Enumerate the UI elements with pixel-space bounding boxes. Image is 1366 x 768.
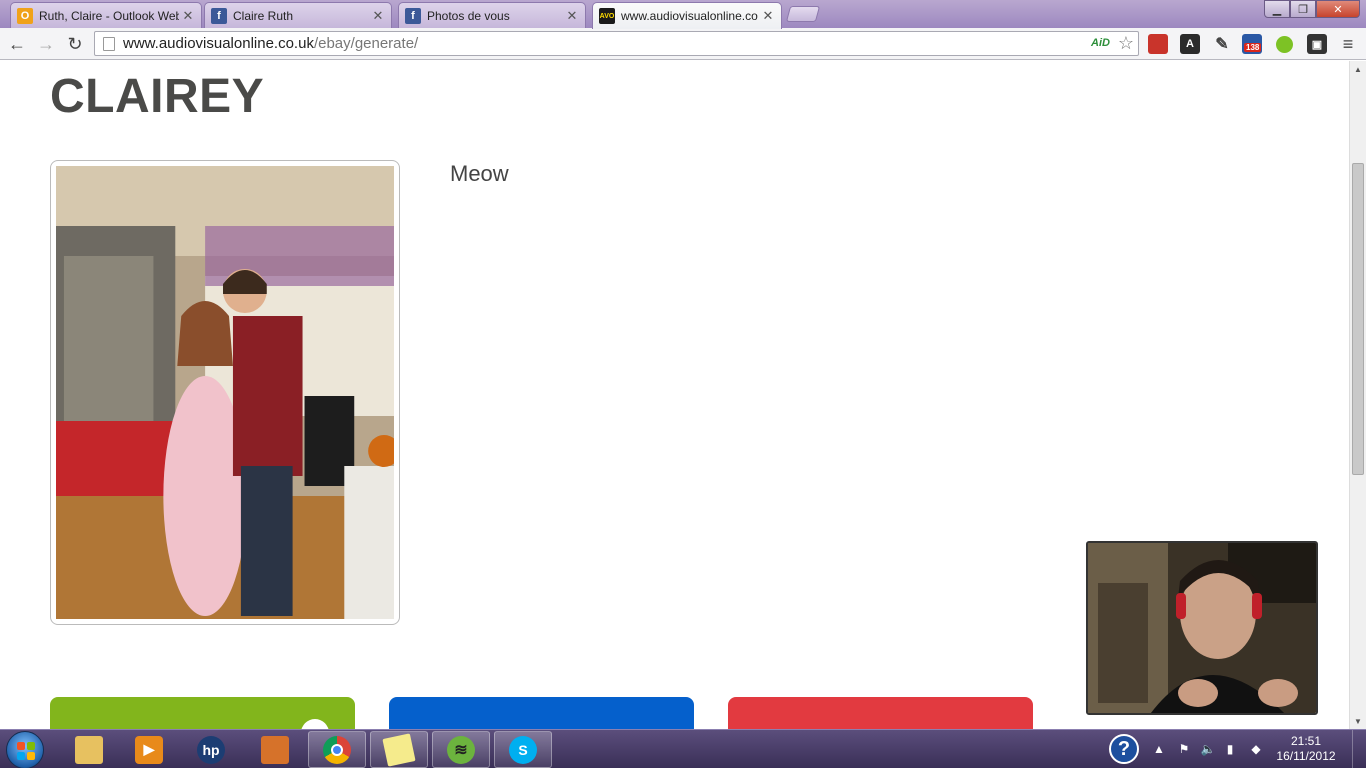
close-icon[interactable]: ✕ <box>179 8 197 24</box>
status-dot-icon[interactable] <box>1276 36 1293 53</box>
tab-title: Ruth, Claire - Outlook Web <box>39 8 179 23</box>
tab-audiovisualonline[interactable]: AVO www.audiovisualonline.co ✕ <box>592 2 782 29</box>
scroll-down-arrow-icon[interactable]: ▼ <box>1350 713 1366 729</box>
skype-icon: S <box>509 735 537 764</box>
chrome-icon <box>323 735 351 764</box>
green-card[interactable] <box>50 697 355 729</box>
reload-button[interactable]: ↻ <box>63 32 87 56</box>
description-text: Meow <box>450 161 509 186</box>
translate-extension-icon[interactable]: A <box>1180 34 1200 54</box>
close-icon[interactable]: ✕ <box>759 8 777 24</box>
tab-outlook[interactable]: O Ruth, Claire - Outlook Web ✕ <box>10 2 202 28</box>
red-card[interactable] <box>728 697 1033 729</box>
facebook-icon: f <box>405 7 421 24</box>
address-bar[interactable]: www.audiovisualonline.co.uk/ebay/generat… <box>94 31 1139 56</box>
avo-icon: AVO <box>599 8 615 24</box>
tab-claire-ruth[interactable]: f Claire Ruth ✕ <box>204 2 392 28</box>
url-text: www.audiovisualonline.co.uk/ebay/generat… <box>123 35 419 52</box>
media-player-icon: ▶ <box>135 735 163 764</box>
sticky-notes-icon <box>382 732 416 767</box>
taskbar-paint[interactable] <box>246 731 304 768</box>
close-icon[interactable]: ✕ <box>369 8 387 24</box>
notification-badge: 138 <box>1244 43 1262 52</box>
spotify-icon: ≋ <box>447 735 475 764</box>
clock-time: 21:51 <box>1290 734 1322 748</box>
taskbar-spotify[interactable]: ≋ <box>432 731 490 768</box>
browser-tab-strip: O Ruth, Claire - Outlook Web ✕ f Claire … <box>0 0 1366 29</box>
bookmark-extension-icon[interactable] <box>1148 34 1168 54</box>
facebook-icon: f <box>211 7 227 24</box>
aid-addon-icon[interactable]: AiD <box>1091 37 1110 49</box>
webcam-overlay[interactable] <box>1086 541 1318 715</box>
back-button[interactable]: ← <box>5 32 29 56</box>
card-circle-icon <box>301 719 329 729</box>
taskbar-hp[interactable]: hp <box>182 731 240 768</box>
page-icon <box>103 36 115 51</box>
show-hidden-icons-arrow-icon[interactable]: ▲ <box>1151 741 1167 757</box>
scrollbar-thumb[interactable] <box>1352 163 1364 475</box>
webcam-video <box>1088 543 1316 713</box>
mail-extension-icon[interactable]: 138 <box>1242 34 1262 54</box>
menu-icon[interactable]: ≡ <box>1338 34 1358 54</box>
browser-toolbar: ← → ↻ www.audiovisualonline.co.uk/ebay/g… <box>0 28 1366 60</box>
vertical-scrollbar[interactable]: ▲ ▼ <box>1349 61 1366 729</box>
taskbar-chrome[interactable] <box>308 731 366 768</box>
system-clock[interactable]: 21:51 16/11/2012 <box>1276 734 1336 764</box>
taskbar-skype[interactable]: S <box>494 731 552 768</box>
action-center-icon[interactable]: ⚑ <box>1176 741 1192 757</box>
forward-button[interactable]: → <box>34 32 58 56</box>
windows-taskbar: ▶ hp ≋ S ? ▲ ⚑ 🔈 ▮ ◆ 21:51 16/11/2012 <box>0 729 1366 768</box>
maximize-button[interactable]: ❐ <box>1290 0 1316 18</box>
screenshot-extension-icon[interactable]: ▣ <box>1307 34 1327 54</box>
taskbar-explorer[interactable] <box>60 731 118 768</box>
outlook-icon: O <box>17 7 33 24</box>
link-extension-icon[interactable]: ✎ <box>1212 34 1232 54</box>
bookmark-star-icon[interactable]: ☆ <box>1118 33 1134 54</box>
hp-icon: hp <box>197 735 225 764</box>
close-icon[interactable]: ✕ <box>563 8 581 24</box>
clock-date: 16/11/2012 <box>1276 749 1336 763</box>
photo <box>56 166 400 619</box>
tab-title: Claire Ruth <box>233 8 294 23</box>
web-page: CLAIREY Meow <box>0 61 1349 729</box>
paint-icon <box>261 735 289 764</box>
dropbox-icon[interactable]: ◆ <box>1248 741 1264 757</box>
page-title: CLAIREY <box>50 70 265 123</box>
tab-title: Photos de vous <box>427 8 510 23</box>
tab-title: www.audiovisualonline.co <box>621 9 758 23</box>
tab-photos-de-vous[interactable]: f Photos de vous ✕ <box>398 2 586 28</box>
volume-icon[interactable]: 🔈 <box>1200 741 1216 757</box>
windows-logo-icon <box>17 742 35 760</box>
taskbar-sticky-notes[interactable] <box>370 731 428 768</box>
network-icon[interactable]: ▮ <box>1222 741 1238 757</box>
folder-icon <box>75 735 103 764</box>
scroll-up-arrow-icon[interactable]: ▲ <box>1350 61 1366 77</box>
show-desktop-button[interactable] <box>1352 730 1366 768</box>
blue-card[interactable] <box>389 697 694 729</box>
start-button[interactable] <box>6 731 44 768</box>
photo-frame <box>50 160 400 625</box>
minimize-button[interactable]: ▁ <box>1264 0 1290 18</box>
taskbar-media-center[interactable]: ▶ <box>120 731 178 768</box>
help-icon[interactable]: ? <box>1109 734 1139 764</box>
new-tab-button[interactable] <box>785 6 821 22</box>
close-window-button[interactable]: ✕ <box>1316 0 1360 18</box>
window-controls: ▁ ❐ ✕ <box>1264 0 1360 18</box>
